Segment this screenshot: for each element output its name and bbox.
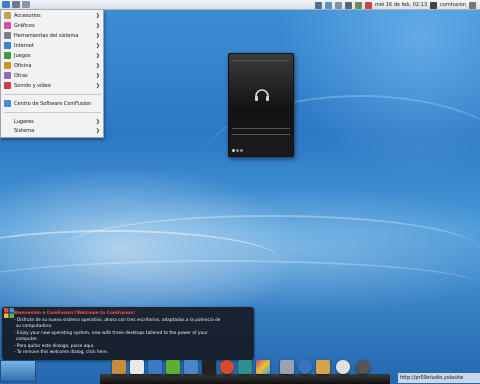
- dock-icon-files[interactable]: [112, 360, 126, 374]
- widget-dot[interactable]: [232, 149, 235, 152]
- battery-icon[interactable]: [354, 1, 362, 9]
- user-name[interactable]: comfusion: [440, 2, 466, 8]
- dock-icon-palette[interactable]: [256, 360, 270, 374]
- widget-dot[interactable]: [240, 149, 243, 152]
- dock-icon-bluefish[interactable]: [148, 360, 162, 374]
- dock: [100, 374, 390, 384]
- system-tools-icon: [4, 32, 11, 39]
- volume-icon[interactable]: [344, 1, 352, 9]
- menu-item-herramientas[interactable]: Herramientas del sistema ❯: [1, 31, 104, 40]
- dock-icon-network[interactable]: [238, 360, 252, 374]
- menu-item-lugares[interactable]: Lugares ❯: [1, 117, 104, 126]
- widget-dot[interactable]: [236, 149, 239, 152]
- places-icon[interactable]: [12, 1, 20, 8]
- system-tray: mié 16 de feb, 02:13 comfusion: [314, 1, 476, 9]
- applications-menu-icon[interactable]: [2, 1, 10, 8]
- menu-separator: [4, 94, 101, 95]
- chat-icon[interactable]: [324, 1, 332, 9]
- dock-icon-media[interactable]: [220, 360, 234, 374]
- menu-item-sonido-video[interactable]: Sonido y vídeo ❯: [1, 81, 104, 90]
- welcome-title: Bienvenido a ComFusion!/Welcome to ComFu…: [14, 311, 136, 316]
- welcome-line: computer.: [16, 337, 38, 342]
- other-icon: [4, 72, 11, 79]
- menu-item-otras[interactable]: Otras ❯: [1, 71, 104, 80]
- dock-icon-disc[interactable]: [336, 360, 350, 374]
- menu-separator: [4, 112, 101, 113]
- dock-icon-nvidia[interactable]: [166, 360, 180, 374]
- welcome-remove-link-en[interactable]: - To remove this welcome dialog, click h…: [14, 350, 108, 355]
- music-player-widget[interactable]: [228, 53, 294, 157]
- menu-item-juegos[interactable]: Juegos ❯: [1, 51, 104, 60]
- widget-divider: [232, 134, 290, 135]
- widget-progress-bar[interactable]: [232, 128, 290, 129]
- welcome-line: - Enjoy your new operating system, now w…: [14, 331, 208, 336]
- dock-icon-terminal[interactable]: [202, 360, 216, 374]
- corner-url-label: http://pr09studio.yolasite: [398, 373, 480, 383]
- office-icon: [4, 62, 11, 69]
- welcome-line: - Disfrute de su nuevo sistema operativo…: [14, 318, 221, 323]
- menu-item-oficina[interactable]: Oficina ❯: [1, 61, 104, 70]
- games-icon: [4, 52, 11, 59]
- dock-icon-panda[interactable]: [130, 360, 144, 374]
- applications-menu: Accesorios ❯ Gráficos ❯ Herramientas del s…: [0, 10, 104, 138]
- dock-icon-screen[interactable]: [280, 360, 294, 374]
- dock-icon-calendar[interactable]: [184, 360, 198, 374]
- menu-item-internet[interactable]: Internet ❯: [1, 41, 104, 50]
- dock-icon-power[interactable]: [356, 360, 370, 374]
- accessories-icon: [4, 12, 11, 19]
- menu-item-graficos[interactable]: Gráficos ❯: [1, 21, 104, 30]
- comfusion-logo-icon: [4, 308, 14, 318]
- clock[interactable]: mié 16 de feb, 02:13: [375, 2, 427, 8]
- mail-icon[interactable]: [334, 1, 342, 9]
- top-panel: mié 16 de feb, 02:13 comfusion: [0, 0, 480, 10]
- welcome-dialog[interactable]: Bienvenido a ComFusion!/Welcome to ComFu…: [2, 307, 254, 360]
- menu-item-accesorios[interactable]: Accesorios ❯: [1, 11, 104, 20]
- dock-icon-globe[interactable]: [298, 360, 312, 374]
- graphics-icon: [4, 22, 11, 29]
- menu-item-software-center[interactable]: Centro de Software ComFusion: [1, 99, 104, 108]
- desktop-preview-icon[interactable]: [0, 360, 36, 382]
- sound-video-icon: [4, 82, 11, 89]
- widget-top-bar: [232, 60, 290, 61]
- power-icon[interactable]: [469, 1, 476, 9]
- menu-item-sistema[interactable]: Sistema ❯: [1, 126, 104, 135]
- internet-icon: [4, 42, 11, 49]
- dock-icon-folder[interactable]: [316, 360, 330, 374]
- user-icon: [430, 1, 438, 9]
- network-icon[interactable]: [314, 1, 322, 9]
- headphones-icon: [255, 89, 269, 101]
- software-center-icon: [4, 100, 11, 107]
- welcome-remove-link-es[interactable]: - Para quitar este dialogo, pulse aquí.: [14, 344, 94, 349]
- system-icon[interactable]: [22, 1, 30, 8]
- welcome-line: su computadora.: [16, 324, 53, 329]
- update-icon[interactable]: [364, 1, 372, 9]
